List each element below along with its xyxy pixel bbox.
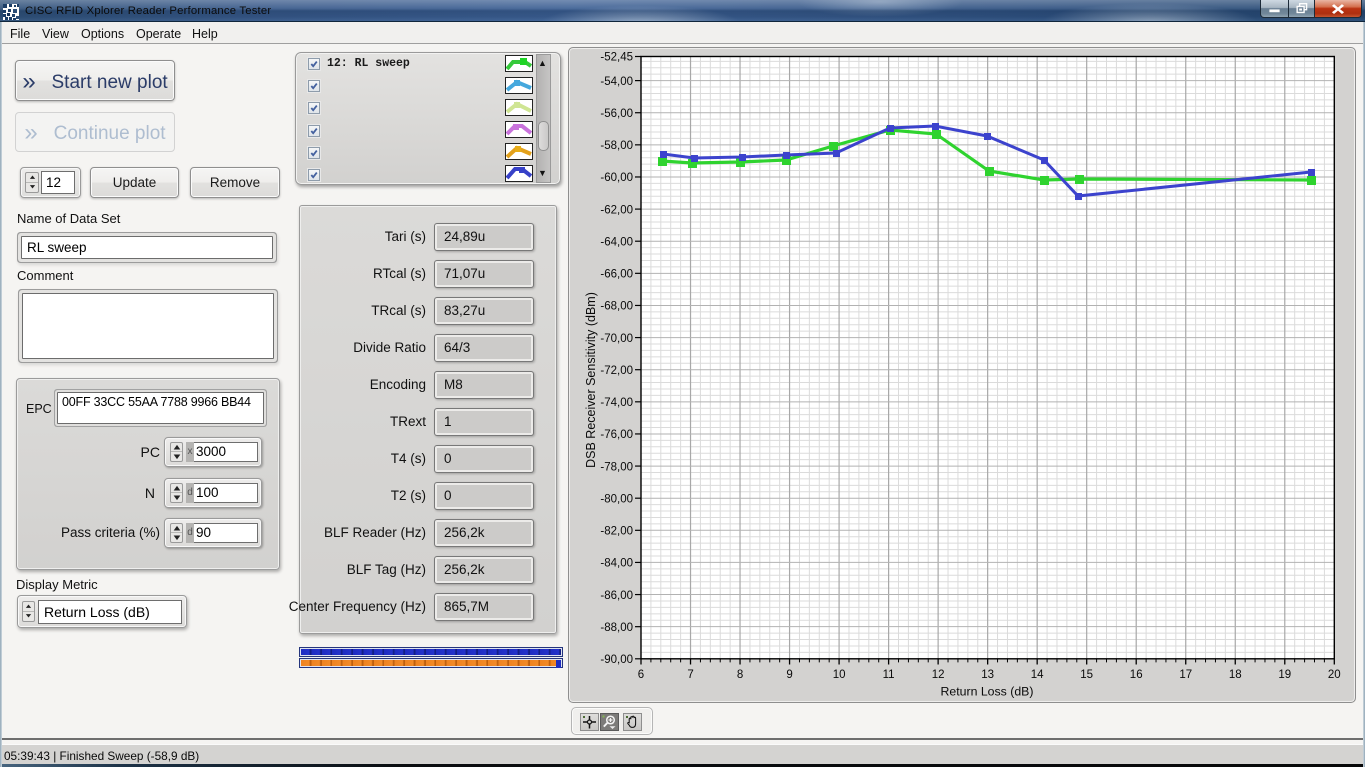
svg-text:13: 13 [981,669,994,681]
svg-text:7: 7 [687,669,693,681]
svg-text:-88,00: -88,00 [600,622,633,634]
svg-text:-86,00: -86,00 [600,590,633,602]
svg-text:-66,00: -66,00 [600,269,633,281]
svg-text:-84,00: -84,00 [600,558,633,570]
svg-text:-64,00: -64,00 [600,236,633,248]
svg-text:-58,00: -58,00 [600,140,633,152]
svg-text:16: 16 [1130,669,1143,681]
svg-text:-82,00: -82,00 [600,526,633,538]
svg-text:6: 6 [638,669,644,681]
svg-text:-62,00: -62,00 [600,204,633,216]
svg-text:9: 9 [786,669,792,681]
svg-text:DSB Receiver Sensitivity (dBm): DSB Receiver Sensitivity (dBm) [584,292,598,468]
svg-text:-76,00: -76,00 [600,429,633,441]
svg-text:-78,00: -78,00 [600,461,633,473]
svg-text:15: 15 [1080,669,1093,681]
svg-text:10: 10 [833,669,846,681]
svg-text:12: 12 [932,669,945,681]
svg-text:19: 19 [1278,669,1291,681]
svg-text:-70,00: -70,00 [600,333,633,345]
svg-text:18: 18 [1229,669,1242,681]
svg-text:11: 11 [883,669,895,681]
svg-text:-56,00: -56,00 [600,108,633,120]
svg-text:-90,00: -90,00 [600,654,633,666]
svg-text:-74,00: -74,00 [600,397,633,409]
svg-text:-80,00: -80,00 [600,493,633,505]
svg-text:20: 20 [1328,669,1341,681]
svg-text:-72,00: -72,00 [600,365,633,377]
svg-text:8: 8 [737,669,743,681]
svg-text:14: 14 [1031,669,1044,681]
svg-text:-68,00: -68,00 [600,301,633,313]
svg-text:Return Loss (dB): Return Loss (dB) [941,685,1034,699]
svg-text:-60,00: -60,00 [600,172,633,184]
svg-text:-52,45: -52,45 [600,52,633,64]
svg-text:17: 17 [1179,669,1192,681]
svg-text:-54,00: -54,00 [600,76,633,88]
